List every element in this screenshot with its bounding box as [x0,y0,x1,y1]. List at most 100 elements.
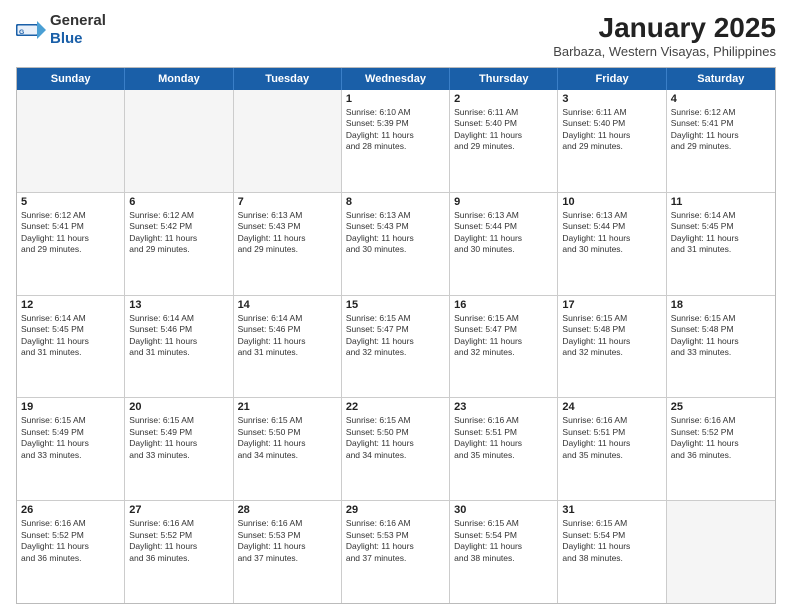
logo-blue: Blue [50,30,83,47]
cell-line: Sunset: 5:44 PM [454,221,553,232]
cell-line: Daylight: 11 hours [671,438,771,449]
calendar-day-22: 22Sunrise: 6:15 AMSunset: 5:50 PMDayligh… [342,398,450,500]
day-number: 17 [562,299,661,311]
calendar-day-3: 3Sunrise: 6:11 AMSunset: 5:40 PMDaylight… [558,90,666,192]
cell-line: and 32 minutes. [562,347,661,358]
header-day-saturday: Saturday [667,68,775,90]
calendar-day-2: 2Sunrise: 6:11 AMSunset: 5:40 PMDaylight… [450,90,558,192]
cell-line: Sunrise: 6:16 AM [671,415,771,426]
cell-line: Daylight: 11 hours [562,336,661,347]
cell-line: and 29 minutes. [562,141,661,152]
cell-line: and 34 minutes. [238,450,337,461]
calendar-empty-cell [667,501,775,603]
cell-line: and 35 minutes. [562,450,661,461]
day-number: 10 [562,196,661,208]
cell-line: Sunset: 5:41 PM [21,221,120,232]
cell-line: Sunset: 5:43 PM [346,221,445,232]
cell-line: Sunset: 5:54 PM [562,530,661,541]
cell-line: Daylight: 11 hours [21,233,120,244]
cell-line: Daylight: 11 hours [238,233,337,244]
cell-line: Daylight: 11 hours [454,130,553,141]
cell-line: Daylight: 11 hours [454,336,553,347]
day-number: 27 [129,504,228,516]
calendar-day-26: 26Sunrise: 6:16 AMSunset: 5:52 PMDayligh… [17,501,125,603]
cell-line: Daylight: 11 hours [671,336,771,347]
calendar-day-25: 25Sunrise: 6:16 AMSunset: 5:52 PMDayligh… [667,398,775,500]
cell-line: Sunrise: 6:13 AM [454,210,553,221]
cell-line: Daylight: 11 hours [238,336,337,347]
cell-line: Sunrise: 6:14 AM [238,313,337,324]
cell-line: and 34 minutes. [346,450,445,461]
calendar-day-8: 8Sunrise: 6:13 AMSunset: 5:43 PMDaylight… [342,193,450,295]
cell-line: and 37 minutes. [238,553,337,564]
cell-line: Daylight: 11 hours [671,130,771,141]
day-number: 14 [238,299,337,311]
logo: G General Blue [16,12,106,48]
day-number: 28 [238,504,337,516]
cell-line: and 36 minutes. [671,450,771,461]
title-area: January 2025 Barbaza, Western Visayas, P… [553,12,776,59]
calendar-subtitle: Barbaza, Western Visayas, Philippines [553,44,776,59]
cell-line: Sunrise: 6:16 AM [21,518,120,529]
cell-line: Sunrise: 6:12 AM [671,107,771,118]
cell-line: and 31 minutes. [238,347,337,358]
day-number: 21 [238,401,337,413]
cell-line: Sunset: 5:53 PM [238,530,337,541]
cell-line: Sunrise: 6:15 AM [454,313,553,324]
svg-text:G: G [19,29,24,36]
cell-line: Sunrise: 6:10 AM [346,107,445,118]
cell-line: Sunrise: 6:14 AM [21,313,120,324]
header-day-friday: Friday [558,68,666,90]
calendar-day-7: 7Sunrise: 6:13 AMSunset: 5:43 PMDaylight… [234,193,342,295]
cell-line: Daylight: 11 hours [346,130,445,141]
calendar-empty-cell [125,90,233,192]
cell-line: Daylight: 11 hours [129,336,228,347]
cell-line: Sunset: 5:48 PM [562,324,661,335]
day-number: 8 [346,196,445,208]
cell-line: Sunset: 5:44 PM [562,221,661,232]
cell-line: and 29 minutes. [21,244,120,255]
day-number: 26 [21,504,120,516]
cell-line: and 33 minutes. [21,450,120,461]
cell-line: and 28 minutes. [346,141,445,152]
cell-line: and 29 minutes. [129,244,228,255]
cell-line: Sunrise: 6:13 AM [562,210,661,221]
calendar-week-4: 19Sunrise: 6:15 AMSunset: 5:49 PMDayligh… [17,398,775,501]
calendar-day-31: 31Sunrise: 6:15 AMSunset: 5:54 PMDayligh… [558,501,666,603]
cell-line: Daylight: 11 hours [21,541,120,552]
cell-line: Sunset: 5:50 PM [238,427,337,438]
cell-line: Sunset: 5:47 PM [454,324,553,335]
cell-line: Sunset: 5:51 PM [562,427,661,438]
cell-line: and 30 minutes. [562,244,661,255]
day-number: 24 [562,401,661,413]
header-day-tuesday: Tuesday [234,68,342,90]
cell-line: and 32 minutes. [346,347,445,358]
calendar-day-21: 21Sunrise: 6:15 AMSunset: 5:50 PMDayligh… [234,398,342,500]
cell-line: and 38 minutes. [562,553,661,564]
cell-line: Daylight: 11 hours [671,233,771,244]
calendar-week-5: 26Sunrise: 6:16 AMSunset: 5:52 PMDayligh… [17,501,775,603]
cell-line: and 33 minutes. [671,347,771,358]
cell-line: Sunset: 5:46 PM [129,324,228,335]
cell-line: Daylight: 11 hours [129,438,228,449]
calendar-day-28: 28 Sunrise: 6:16 AMSunset: 5:53 PMDayligh… [234,501,342,603]
calendar-day-16: 16Sunrise: 6:15 AMSunset: 5:47 PMDayligh… [450,296,558,398]
calendar-day-6: 6Sunrise: 6:12 AMSunset: 5:42 PMDaylight… [125,193,233,295]
cell-line: Sunset: 5:42 PM [129,221,228,232]
logo-icon: G [16,18,46,42]
cell-line: and 31 minutes. [671,244,771,255]
logo-general: General [50,12,106,29]
day-number: 25 [671,401,771,413]
calendar-day-5: 5Sunrise: 6:12 AMSunset: 5:41 PMDaylight… [17,193,125,295]
cell-line: Daylight: 11 hours [238,541,337,552]
calendar-day-30: 30Sunrise: 6:15 AMSunset: 5:54 PMDayligh… [450,501,558,603]
cell-line: Daylight: 11 hours [129,233,228,244]
cell-line: Sunset: 5:43 PM [238,221,337,232]
cell-line: Sunset: 5:40 PM [454,118,553,129]
cell-line: Sunrise: 6:15 AM [562,518,661,529]
day-number: 2 [454,93,553,105]
cell-line: Sunrise: 6:15 AM [129,415,228,426]
day-number: 18 [671,299,771,311]
cell-line: Sunrise: 6:16 AM [238,518,337,529]
cell-line: Sunrise: 6:11 AM [562,107,661,118]
